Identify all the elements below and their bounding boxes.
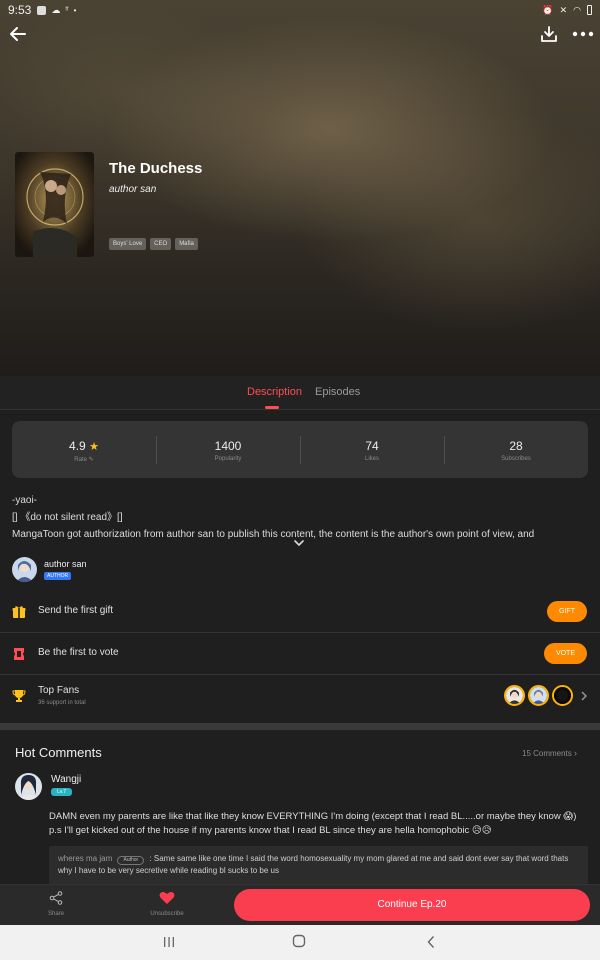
popularity-value: 1400 bbox=[214, 439, 242, 453]
reply-author-badge: Author bbox=[117, 856, 145, 865]
description-line: -yaoi- bbox=[12, 495, 38, 506]
share-label: Share bbox=[47, 911, 64, 917]
vote-row[interactable]: Be the first to vote VOTE bbox=[0, 633, 600, 675]
heart-icon bbox=[159, 892, 175, 904]
wifi-icon: ◠ bbox=[573, 4, 581, 15]
cloud-icon: ☁ bbox=[51, 4, 61, 15]
unsubscribe-label: Unsubscribe bbox=[150, 911, 184, 917]
tag-list: Boys' Love CEO Mafia bbox=[109, 238, 198, 250]
level-badge: Lv.7 bbox=[51, 788, 73, 796]
mute-icon: ✕ bbox=[559, 4, 568, 15]
rate-label: Rate bbox=[74, 457, 87, 463]
description-line: [] 《do not silent read》[] bbox=[12, 512, 123, 523]
reply-user[interactable]: wheres ma jam bbox=[58, 854, 112, 863]
fan-avatar[interactable] bbox=[552, 685, 573, 706]
bottom-action-bar: Share Unsubscribe Continue Ep.20 bbox=[0, 884, 600, 925]
comic-title: The Duchess bbox=[109, 160, 203, 177]
star-icon: ★ bbox=[89, 441, 99, 453]
active-tab-indicator bbox=[265, 406, 279, 409]
nav-back-icon[interactable] bbox=[426, 935, 436, 949]
top-fans-subtext: 36 support in total bbox=[38, 700, 86, 706]
unsubscribe-button[interactable]: Unsubscribe bbox=[140, 885, 194, 926]
status-bar: 9:53 ☁ ᶠᶠ • ⏰ ✕ ◠ bbox=[0, 0, 600, 20]
alarm-icon: ⏰ bbox=[542, 4, 554, 15]
fan-avatar[interactable] bbox=[504, 685, 525, 706]
tab-bar: Description Episodes bbox=[0, 376, 600, 410]
popularity-label: Popularity bbox=[214, 456, 242, 462]
subscribes-value: 28 bbox=[509, 439, 523, 453]
gift-label: Send the first gift bbox=[38, 605, 114, 616]
gift-button[interactable]: GIFT bbox=[547, 601, 587, 622]
section-divider bbox=[0, 723, 600, 730]
edit-icon: ✎ bbox=[88, 457, 94, 463]
tab-episodes[interactable]: Episodes bbox=[315, 386, 360, 398]
author-avatar[interactable] bbox=[12, 557, 37, 582]
likes-label: Likes bbox=[364, 456, 379, 462]
battery-icon bbox=[587, 5, 592, 15]
stat-rate[interactable]: 4.9 ★ Rate ✎ bbox=[12, 421, 156, 478]
more-options-icon[interactable] bbox=[572, 26, 594, 42]
gift-row[interactable]: Send the first gift GIFT bbox=[0, 591, 600, 633]
comment-reply[interactable]: wheres ma jam Author : Same same like on… bbox=[49, 846, 588, 884]
chevron-right-icon: › bbox=[574, 748, 578, 758]
tag[interactable]: CEO bbox=[150, 238, 172, 250]
hot-comments-title: Hot Comments bbox=[15, 745, 102, 760]
hero-banner: 9:53 ☁ ᶠᶠ • ⏰ ✕ ◠ The Duchess author san… bbox=[0, 0, 600, 376]
author-name[interactable]: author san bbox=[44, 559, 87, 569]
subscribes-label: Subscribes bbox=[501, 456, 531, 462]
status-time: 9:53 bbox=[8, 3, 32, 17]
tag[interactable]: Mafia bbox=[175, 238, 198, 250]
back-arrow-icon[interactable] bbox=[8, 24, 28, 44]
stats-panel: 4.9 ★ Rate ✎ 1400 Popularity 74 Likes 28… bbox=[12, 421, 588, 478]
top-fans-row[interactable]: Top Fans 36 support in total bbox=[0, 675, 600, 717]
comments-count-link[interactable]: 15 Comments › bbox=[522, 748, 577, 758]
author-badge: AUTHOR bbox=[44, 572, 72, 580]
gallery-icon bbox=[37, 5, 47, 15]
tab-description[interactable]: Description bbox=[247, 386, 302, 398]
system-nav-bar bbox=[0, 925, 600, 960]
description-text[interactable]: -yaoi- [] 《do not silent read》[] MangaTo… bbox=[12, 492, 590, 543]
stat-likes: 74 Likes bbox=[300, 421, 444, 478]
stat-popularity: 1400 Popularity bbox=[156, 421, 300, 478]
top-fans-label: Top Fans bbox=[38, 685, 80, 696]
author-row[interactable]: author san AUTHOR bbox=[12, 556, 588, 584]
dot-icon: • bbox=[73, 5, 77, 15]
rate-value: 4.9 bbox=[69, 439, 86, 453]
comments-count: 15 Comments bbox=[522, 749, 572, 758]
continue-reading-button[interactable]: Continue Ep.20 bbox=[234, 889, 590, 921]
commenter-name[interactable]: Wangji bbox=[51, 774, 81, 785]
fan-avatar[interactable] bbox=[528, 685, 549, 706]
stat-subscribes: 28 Subscribes bbox=[444, 421, 588, 478]
recent-apps-icon[interactable] bbox=[163, 935, 175, 949]
commenter-avatar[interactable] bbox=[15, 773, 42, 800]
chevron-right-icon[interactable] bbox=[580, 691, 587, 701]
vote-button[interactable]: VOTE bbox=[543, 643, 587, 664]
expand-chevron-icon[interactable] bbox=[293, 538, 305, 548]
cover-image[interactable] bbox=[15, 152, 94, 257]
comment-text[interactable]: DAMN even my parents are like that like … bbox=[49, 810, 589, 838]
download-icon[interactable] bbox=[539, 24, 559, 44]
share-button[interactable]: Share bbox=[40, 885, 72, 926]
vote-ticket-icon bbox=[14, 648, 24, 660]
comic-author[interactable]: author san bbox=[109, 184, 156, 195]
likes-value: 74 bbox=[365, 439, 379, 453]
gift-icon bbox=[12, 606, 26, 618]
vote-label: Be the first to vote bbox=[38, 647, 119, 658]
tag[interactable]: Boys' Love bbox=[109, 238, 147, 250]
trophy-icon bbox=[12, 690, 26, 702]
share-icon bbox=[49, 891, 63, 905]
home-icon[interactable] bbox=[292, 934, 306, 948]
notification-icon: ᶠᶠ bbox=[65, 6, 69, 14]
